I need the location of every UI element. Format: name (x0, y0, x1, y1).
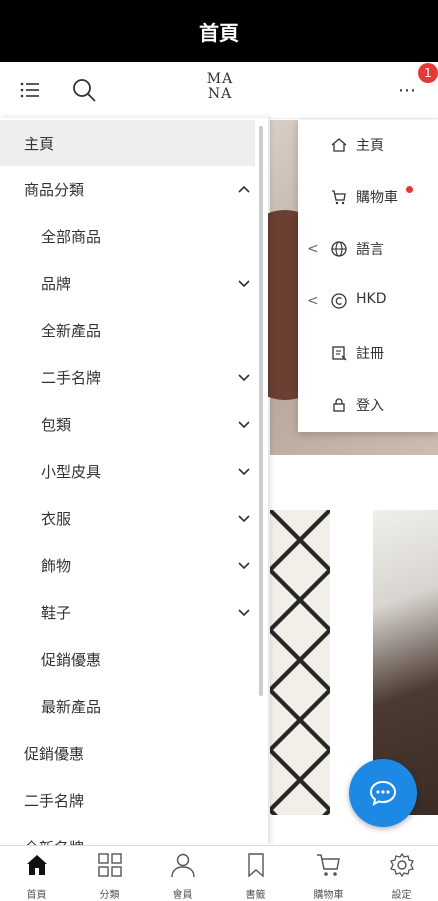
globe-icon (331, 241, 347, 257)
drawer-item-latest-products[interactable]: 最新產品 (0, 683, 255, 729)
drawer-item-promotions-sub[interactable]: 促銷優惠 (0, 636, 255, 682)
cart-icon (332, 190, 346, 205)
drawer-item-categories[interactable]: 商品分類 (0, 166, 255, 212)
bookmark-icon (248, 853, 264, 878)
cart-dot-indicator (406, 186, 413, 193)
menu-item-register[interactable]: 註冊 (298, 328, 438, 380)
drawer-item-second-hand-top[interactable]: 二手名牌 (0, 777, 255, 823)
product-image-1[interactable] (270, 510, 330, 815)
more-menu-button[interactable]: ⋯ (398, 80, 417, 101)
drawer-item-shoes[interactable]: 鞋子 (0, 589, 255, 635)
drawer-item-new-brands[interactable]: 全新名牌 (0, 824, 255, 846)
menu-item-home[interactable]: 主頁 (298, 120, 438, 172)
menu-item-language[interactable]: < 語言 (298, 224, 438, 276)
drawer-item-brands[interactable]: 品牌 (0, 260, 255, 306)
brand-logo[interactable]: MA NA (200, 72, 240, 110)
chat-bubble-icon (369, 780, 397, 806)
chevron-down-icon (238, 374, 250, 382)
drawer-item-accessories[interactable]: 飾物 (0, 542, 255, 588)
chevron-down-icon (238, 468, 250, 476)
menu-list-icon[interactable] (16, 76, 44, 104)
cart-icon (317, 854, 340, 876)
drawer-item-new-products[interactable]: 全新產品 (0, 307, 255, 353)
drawer-item-small-leather[interactable]: 小型皮具 (0, 448, 255, 494)
nav-home[interactable]: 首頁 (0, 846, 73, 901)
home-icon (331, 138, 347, 152)
chevron-up-icon (238, 185, 250, 193)
user-icon (171, 853, 195, 878)
chevron-down-icon (238, 609, 250, 617)
menu-item-cart[interactable]: 購物車 (298, 172, 438, 224)
drawer-item-home[interactable]: 主頁 (0, 120, 255, 166)
chevron-left-icon: < (307, 241, 319, 257)
menu-item-login[interactable]: 登入 (298, 380, 438, 432)
nav-cart[interactable]: 購物車 (292, 846, 365, 901)
title-bar: 首頁 (0, 0, 438, 62)
menu-item-currency[interactable]: < HKD (298, 276, 438, 328)
grid-icon (98, 853, 122, 877)
drawer-item-second-hand[interactable]: 二手名牌 (0, 354, 255, 400)
drawer-item-clothing[interactable]: 衣服 (0, 495, 255, 541)
bottom-navigation: 首頁 分類 會員 書籤 購物車 設定 (0, 845, 438, 901)
chevron-down-icon (238, 515, 250, 523)
chevron-left-icon: < (307, 293, 319, 309)
more-dropdown-menu: 主頁 購物車 < 語言 < HKD 註冊 登入 (298, 120, 438, 432)
chat-button[interactable] (349, 759, 417, 827)
drawer-item-bags[interactable]: 包類 (0, 401, 255, 447)
lock-icon (333, 398, 345, 412)
home-filled-icon (27, 855, 47, 875)
nav-categories[interactable]: 分類 (73, 846, 146, 901)
drawer-item-promotions[interactable]: 促銷優惠 (0, 730, 255, 776)
chevron-down-icon (238, 562, 250, 570)
gear-icon (390, 852, 414, 878)
currency-icon (331, 293, 347, 309)
side-drawer: 主頁 商品分類 全部商品 品牌 全新產品 二手名牌 包類 小型皮具 衣服 飾物 … (0, 118, 268, 845)
register-icon (332, 346, 347, 361)
nav-settings[interactable]: 設定 (365, 846, 438, 901)
nav-member[interactable]: 會員 (146, 846, 219, 901)
drawer-scrollbar[interactable] (259, 126, 263, 696)
page-title: 首頁 (199, 20, 239, 45)
drawer-item-all-products[interactable]: 全部商品 (0, 213, 255, 259)
search-icon[interactable] (70, 76, 98, 104)
nav-bookmarks[interactable]: 書籤 (219, 846, 292, 901)
notification-badge: 1 (418, 63, 438, 83)
chevron-down-icon (238, 421, 250, 429)
chevron-down-icon (238, 280, 250, 288)
